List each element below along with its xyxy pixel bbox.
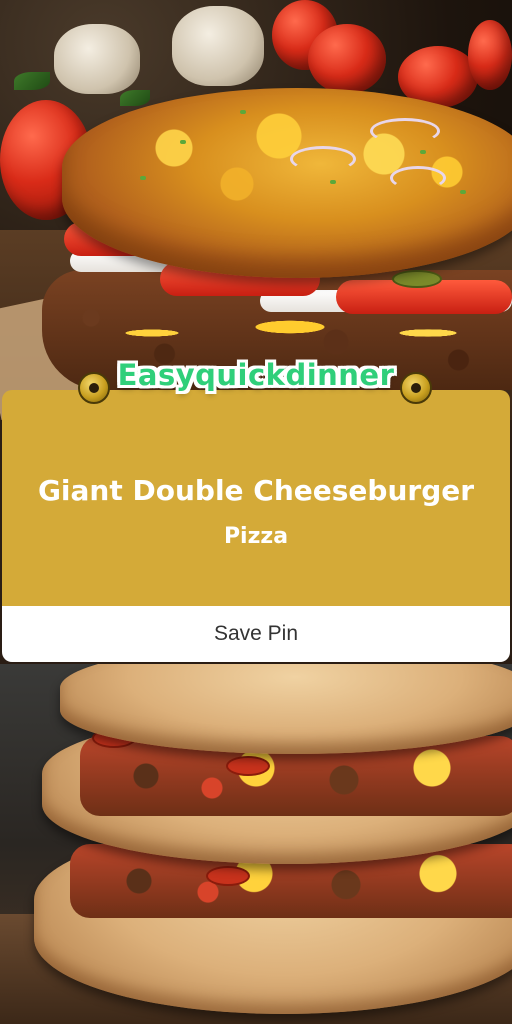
herb-leaf (14, 72, 50, 90)
herb-fleck (460, 190, 466, 194)
pickle-slice (392, 270, 442, 288)
brand-name: Easyquickdinner (117, 358, 395, 392)
tomato-decoration (468, 20, 512, 90)
herb-leaf (120, 90, 150, 106)
red-onion-ring (290, 146, 356, 172)
garlic-decoration (172, 6, 264, 86)
herb-fleck (240, 110, 246, 114)
recipe-subtitle: Pizza (223, 524, 289, 549)
recipe-card: Giant Double Cheeseburger Pizza Save Pin (2, 390, 510, 664)
recipe-title: Giant Double Cheeseburger (37, 474, 475, 507)
herb-fleck (180, 140, 186, 144)
herb-fleck (140, 176, 146, 180)
pizza-crust (60, 664, 512, 754)
red-onion-ring (370, 118, 440, 144)
hero-photo-bottom (0, 664, 512, 1024)
herb-fleck (420, 150, 426, 154)
herb-fleck (330, 180, 336, 184)
tomato-decoration (308, 24, 386, 94)
pepperoni-slice (206, 866, 250, 886)
brand-header: Easyquickdinner (0, 356, 512, 412)
save-pin-button[interactable]: Save Pin (2, 606, 510, 662)
red-onion-ring (390, 166, 446, 190)
title-panel: Giant Double Cheeseburger Pizza (2, 390, 510, 606)
garlic-decoration (54, 24, 140, 94)
pin-card: Easyquickdinner Giant Double Cheeseburge… (0, 0, 512, 1024)
pepperoni-slice (226, 756, 270, 776)
